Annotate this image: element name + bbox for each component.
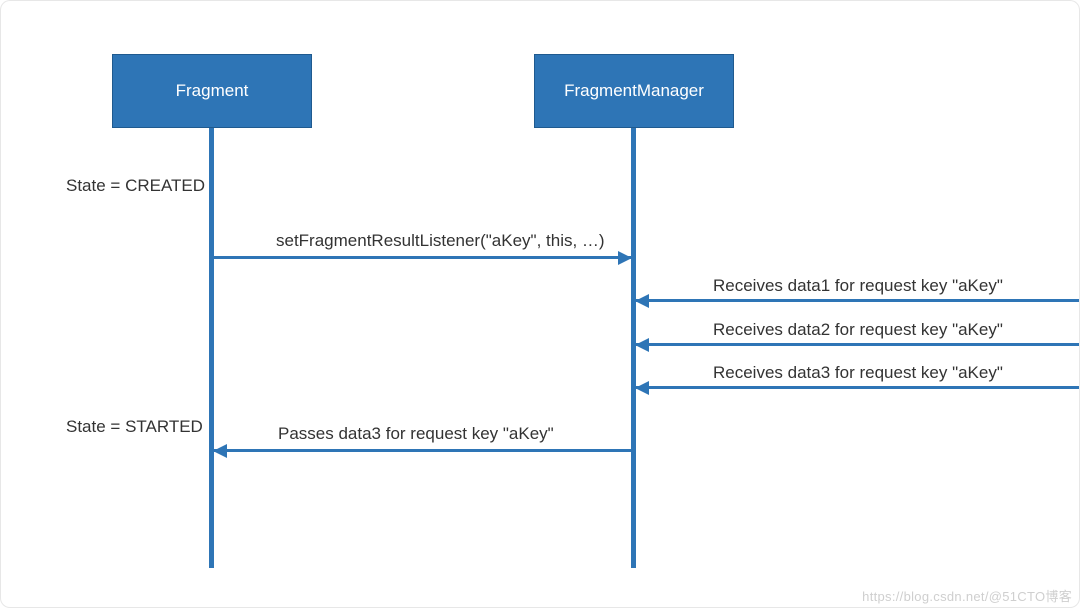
participant-fragment-manager-box: FragmentManager [534, 54, 734, 128]
participant-fragment-box: Fragment [112, 54, 312, 128]
arrow-receive2 [636, 343, 1080, 346]
participant-fragment-manager-label: FragmentManager [564, 81, 704, 101]
lifeline-fragment [209, 128, 214, 568]
arrow-receive1 [636, 299, 1080, 302]
participant-fragment-label: Fragment [176, 81, 249, 101]
message-set-listener-label: setFragmentResultListener("aKey", this, … [276, 231, 605, 251]
sequence-diagram: Fragment FragmentManager State = CREATED… [0, 0, 1080, 608]
state-created-label: State = CREATED [66, 176, 205, 196]
message-receive1-label: Receives data1 for request key "aKey" [713, 276, 1003, 296]
arrow-set-listener [213, 256, 631, 259]
arrow-pass-data3 [214, 449, 631, 452]
watermark-text: https://blog.csdn.net/@51CTO博客 [862, 586, 1072, 605]
state-started-label: State = STARTED [66, 417, 203, 437]
message-pass-data3-label: Passes data3 for request key "aKey" [278, 424, 554, 444]
arrow-receive3 [636, 386, 1080, 389]
message-receive3-label: Receives data3 for request key "aKey" [713, 363, 1003, 383]
message-receive2-label: Receives data2 for request key "aKey" [713, 320, 1003, 340]
